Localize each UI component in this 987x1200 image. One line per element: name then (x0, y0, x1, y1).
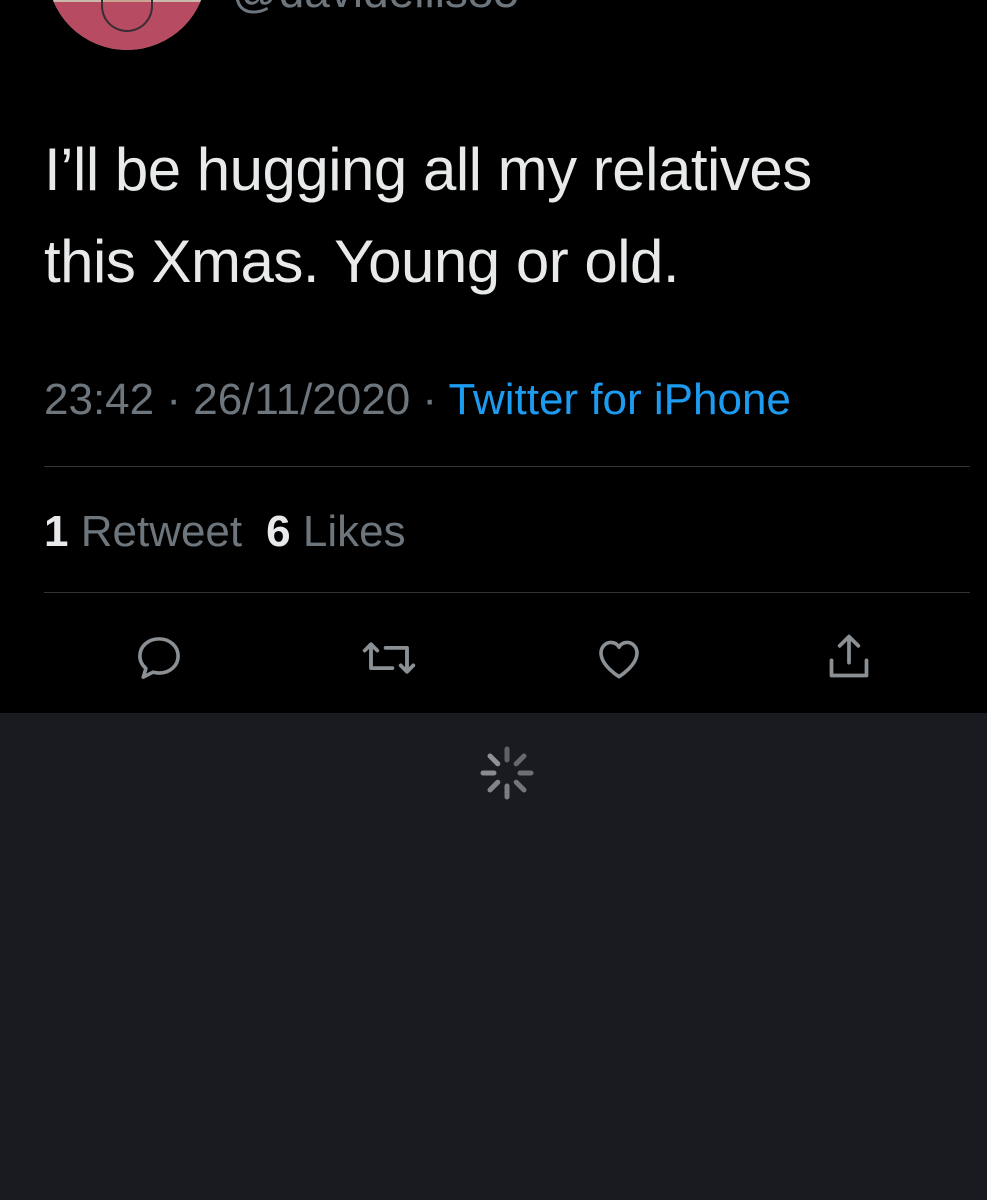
meta-separator: · (422, 375, 438, 424)
divider (44, 592, 970, 593)
retweet-button[interactable] (351, 620, 427, 696)
tweet-time: 23:42 (44, 375, 155, 424)
reply-icon (138, 637, 180, 679)
retweets-count: 1 (44, 507, 69, 556)
loading-spinner-icon (480, 746, 534, 800)
action-bar (0, 620, 987, 700)
retweets-label: Retweet (80, 507, 243, 556)
user-handle[interactable]: @davidellis85 (232, 0, 519, 14)
tweet-meta: 23:42 · 26/11/2020 · Twitter for iPhone (44, 372, 791, 428)
tweet-detail: @davidellis85 I’ll be hugging all my rel… (0, 0, 987, 713)
share-button[interactable] (811, 620, 887, 696)
tweet-stats: 1 Retweet 6 Likes (44, 504, 406, 560)
divider (44, 466, 970, 467)
likes-count: 6 (266, 507, 291, 556)
tweet-text: I’ll be hugging all my relatives this Xm… (44, 136, 812, 295)
tweet-date: 26/11/2020 (193, 375, 411, 424)
meta-separator: · (166, 375, 181, 424)
retweets-stat[interactable]: 1 Retweet (44, 507, 242, 556)
like-button[interactable] (581, 620, 657, 696)
retweet-icon (362, 642, 416, 674)
reply-button[interactable] (121, 620, 197, 696)
avatar[interactable] (47, 0, 207, 50)
likes-label: Likes (302, 507, 406, 556)
tweet-source-link[interactable]: Twitter for iPhone (449, 375, 791, 424)
likes-stat[interactable]: 6 Likes (266, 507, 405, 556)
share-icon (829, 634, 869, 678)
like-icon (599, 640, 639, 679)
